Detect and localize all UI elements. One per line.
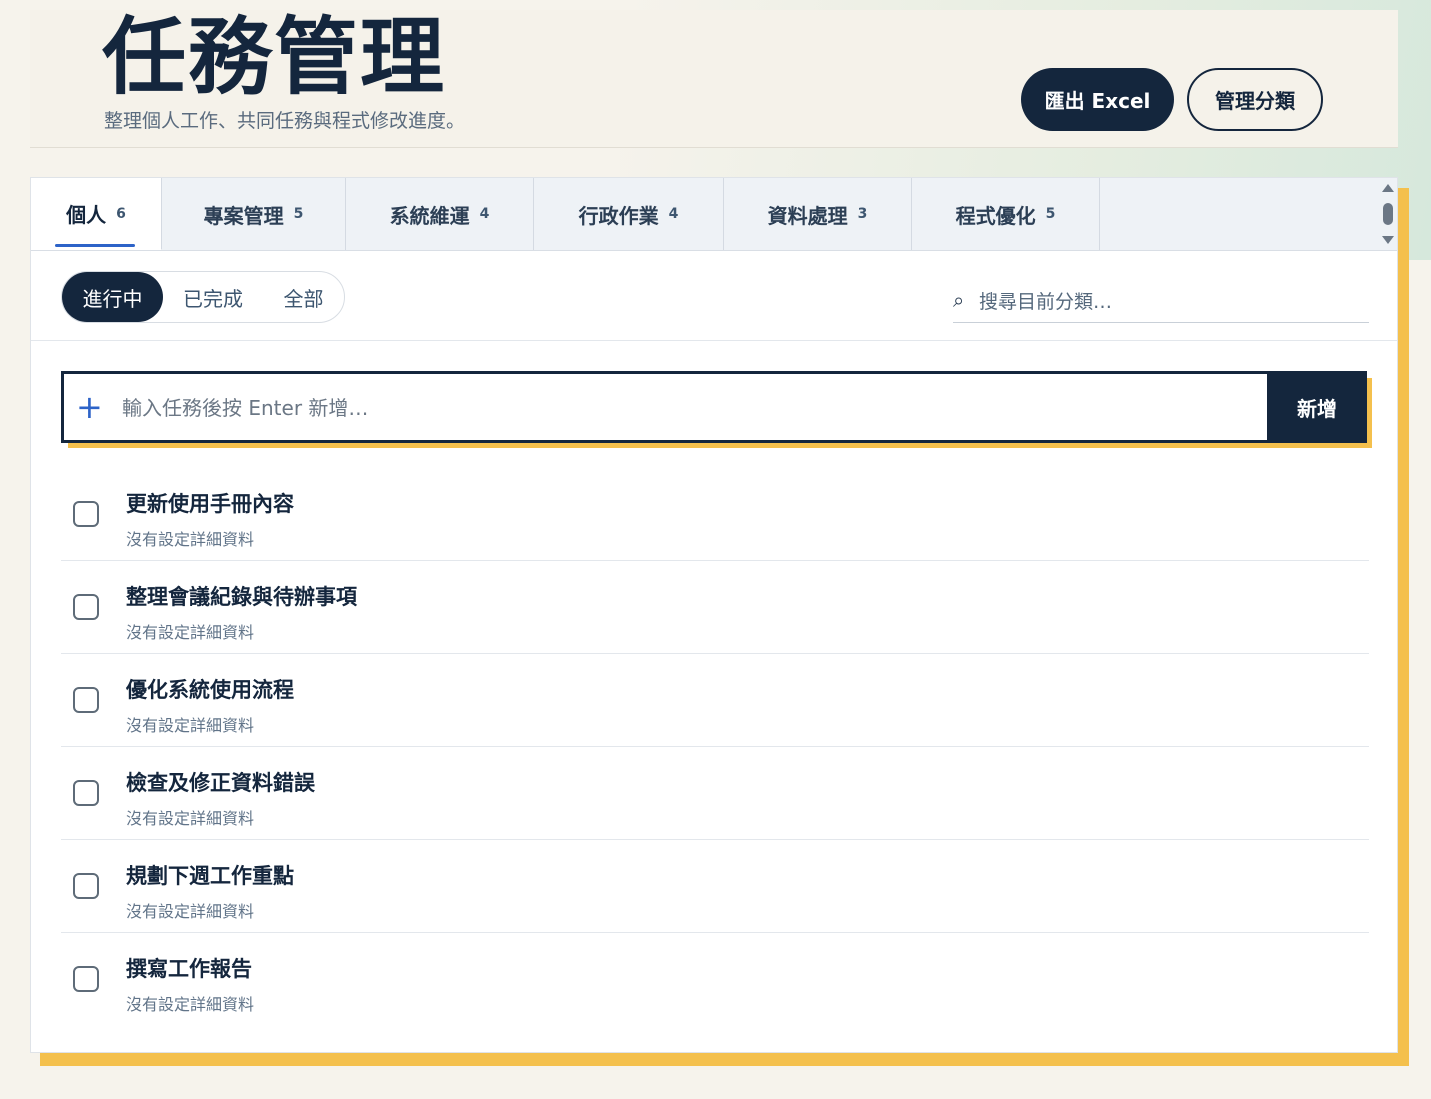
task-title[interactable]: 檢查及修正資料錯誤 — [126, 767, 315, 797]
tab-project-management[interactable]: 專案管理 5 — [162, 178, 346, 250]
plus-icon: + — [76, 388, 103, 426]
tab-count: 5 — [1045, 206, 1056, 222]
filter-in-progress[interactable]: 進行中 — [62, 272, 163, 322]
task-detail: 沒有設定詳細資料 — [126, 995, 255, 1014]
task-detail: 沒有設定詳細資料 — [126, 902, 255, 921]
page-title: 任務管理 — [102, 8, 447, 106]
task-title[interactable]: 撰寫工作報告 — [126, 953, 252, 983]
tabs-scrollbar[interactable] — [1379, 178, 1397, 250]
task-checkbox[interactable] — [73, 687, 99, 713]
task-title[interactable]: 優化系統使用流程 — [126, 674, 294, 704]
task-item: 規劃下週工作重點 沒有設定詳細資料 — [61, 840, 1369, 933]
task-title[interactable]: 規劃下週工作重點 — [126, 860, 294, 890]
export-excel-button[interactable]: 匯出 Excel — [1021, 68, 1174, 131]
tab-count: 3 — [857, 206, 868, 222]
tab-count: 6 — [116, 205, 126, 222]
tab-label: 個人 — [66, 203, 107, 227]
task-detail: 沒有設定詳細資料 — [126, 530, 255, 549]
page-subtitle: 整理個人工作、共同任務與程式修改進度。 — [104, 110, 466, 132]
task-checkbox[interactable] — [73, 780, 99, 806]
tab-label: 專案管理 — [203, 203, 284, 228]
task-checkbox[interactable] — [73, 501, 99, 527]
manage-categories-button[interactable]: 管理分類 — [1187, 68, 1323, 131]
tab-label: 系統維運 — [389, 203, 470, 228]
tab-administration[interactable]: 行政作業 4 — [534, 178, 724, 250]
task-title[interactable]: 更新使用手冊內容 — [126, 488, 294, 518]
filter-completed[interactable]: 已完成 — [163, 272, 263, 322]
tab-label: 程式優化 — [955, 203, 1036, 228]
search-input[interactable] — [977, 284, 1361, 320]
new-task-input[interactable] — [120, 388, 1244, 428]
tab-data-processing[interactable]: 資料處理 3 — [724, 178, 912, 250]
task-checkbox[interactable] — [73, 594, 99, 620]
task-checkbox[interactable] — [73, 966, 99, 992]
category-search: ⌕ — [953, 284, 1369, 323]
tab-label: 資料處理 — [767, 203, 848, 228]
tab-code-optimization[interactable]: 程式優化 5 — [912, 178, 1100, 250]
filter-bar: 進行中 已完成 全部 ⌕ — [31, 250, 1397, 341]
page-header: 任務管理 整理個人工作、共同任務與程式修改進度。 匯出 Excel 管理分類 — [30, 8, 1398, 148]
task-item: 更新使用手冊內容 沒有設定詳細資料 — [61, 468, 1369, 561]
task-item: 撰寫工作報告 沒有設定詳細資料 — [61, 933, 1369, 1026]
tab-count: 5 — [293, 206, 304, 222]
task-checkbox[interactable] — [73, 873, 99, 899]
tab-count: 4 — [668, 206, 679, 222]
category-tabs: 個人 6 專案管理 5 系統維運 4 行政作業 4 資料處理 3 程式優化 5 — [31, 178, 1397, 251]
scroll-thumb[interactable] — [1383, 203, 1393, 225]
task-title[interactable]: 整理會議紀錄與待辦事項 — [126, 581, 357, 611]
task-item: 整理會議紀錄與待辦事項 沒有設定詳細資料 — [61, 561, 1369, 654]
scroll-down-icon[interactable] — [1382, 236, 1394, 244]
task-item: 檢查及修正資料錯誤 沒有設定詳細資料 — [61, 747, 1369, 840]
active-tab-indicator — [55, 244, 135, 247]
search-icon: ⌕ — [953, 288, 965, 312]
task-list: 更新使用手冊內容 沒有設定詳細資料 整理會議紀錄與待辦事項 沒有設定詳細資料 優… — [61, 468, 1369, 1026]
add-task-bar: + 新增 — [61, 371, 1367, 443]
task-detail: 沒有設定詳細資料 — [126, 716, 255, 735]
add-task-button[interactable]: 新增 — [1267, 371, 1367, 443]
filter-all[interactable]: 全部 — [263, 272, 344, 322]
task-card: 個人 6 專案管理 5 系統維運 4 行政作業 4 資料處理 3 程式優化 5 — [30, 177, 1398, 1053]
scroll-up-icon[interactable] — [1382, 184, 1394, 192]
task-item: 優化系統使用流程 沒有設定詳細資料 — [61, 654, 1369, 747]
task-detail: 沒有設定詳細資料 — [126, 623, 255, 642]
tab-system-maintenance[interactable]: 系統維運 4 — [346, 178, 534, 250]
task-detail: 沒有設定詳細資料 — [126, 809, 255, 828]
tab-personal[interactable]: 個人 6 — [31, 178, 162, 250]
status-filter: 進行中 已完成 全部 — [61, 271, 345, 323]
tab-label: 行政作業 — [578, 203, 659, 228]
tab-count: 4 — [479, 206, 490, 222]
